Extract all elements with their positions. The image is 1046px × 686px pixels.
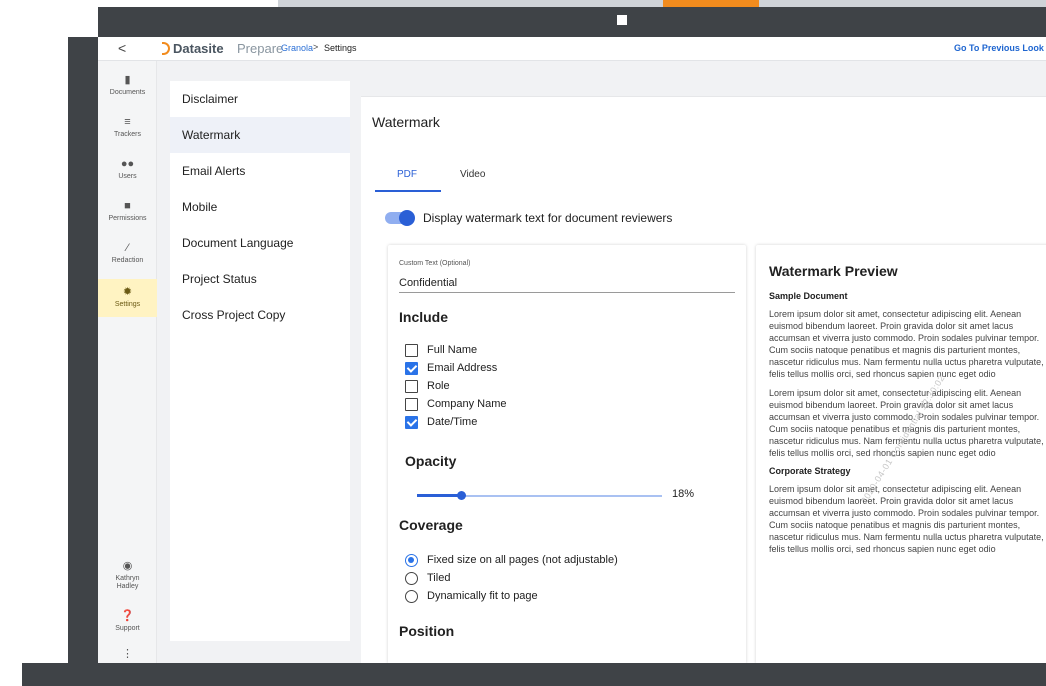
nav-support-label: Support — [115, 625, 140, 632]
preview-strategy-heading: Corporate Strategy — [769, 466, 851, 476]
watermark-preview-card: Watermark Preview Sample Document Lorem … — [756, 245, 1046, 663]
preview-paragraph: Lorem ipsum dolor sit amet, consectetur … — [769, 388, 1044, 458]
radio-label: Dynamically fit to page — [427, 590, 538, 602]
menu-item-disclaimer[interactable]: Disclaimer — [170, 81, 350, 117]
checkbox-label: Email Address — [427, 362, 498, 374]
slider-thumb[interactable] — [457, 491, 466, 500]
checkbox-label: Full Name — [427, 344, 478, 356]
active-tab-indicator — [375, 190, 441, 192]
toggle-knob — [399, 210, 415, 226]
content-area: Disclaimer Watermark Email Alerts Mobile… — [157, 61, 1046, 663]
nav-documents-label: Documents — [109, 89, 146, 96]
preview-title: Watermark Preview — [769, 263, 898, 279]
document-icon: ▮ — [124, 74, 131, 86]
left-nav: ▮ Documents ≡ Trackers ●● Users ■ Permis… — [98, 61, 157, 663]
frame-top-strip — [278, 0, 1046, 7]
frame-top-left — [0, 0, 278, 7]
gear-icon: ✹ — [122, 286, 133, 298]
checkbox-box — [405, 344, 418, 357]
preview-sample-heading: Sample Document — [769, 291, 848, 301]
checkbox-label: Role — [427, 380, 450, 392]
nav-settings-label: Settings — [114, 301, 141, 308]
more-menu-button[interactable]: ⋮ — [98, 647, 157, 661]
nav-documents[interactable]: ▮ Documents — [98, 73, 157, 103]
datasite-logo-icon — [162, 42, 170, 55]
top-bar: < Datasite Prepare Granola > Settings Go… — [98, 37, 1046, 61]
brand-product: Prepare — [237, 41, 284, 56]
user-circle-icon: ◉ — [122, 560, 133, 572]
display-watermark-toggle[interactable] — [385, 210, 415, 226]
watermark-settings-card: Custom Text (Optional) Include Full Name… — [388, 245, 746, 663]
opacity-slider[interactable] — [417, 489, 662, 503]
coverage-heading: Coverage — [399, 517, 463, 533]
checkbox-label: Company Name — [427, 398, 507, 410]
opacity-value: 18% — [672, 488, 695, 500]
go-to-previous-look-link[interactable]: Go To Previous Look — [954, 43, 1044, 53]
app-window: < Datasite Prepare Granola > Settings Go… — [98, 37, 1046, 663]
lock-icon: ■ — [124, 200, 131, 212]
custom-text-input[interactable] — [399, 273, 735, 293]
frame-left-band — [68, 37, 98, 665]
position-heading: Position — [399, 623, 455, 639]
menu-item-email-alerts[interactable]: Email Alerts — [170, 153, 350, 189]
include-heading: Include — [399, 309, 449, 325]
menu-item-watermark[interactable]: Watermark — [170, 117, 350, 153]
custom-text-label: Custom Text (Optional) — [399, 260, 471, 267]
help-icon: ❓ — [120, 610, 135, 622]
nav-redaction-label: Redaction — [111, 257, 144, 264]
checkbox-box — [405, 398, 418, 411]
breadcrumb-current: Settings — [324, 43, 357, 53]
radio-circle — [405, 572, 418, 585]
brand-name: Datasite — [173, 41, 224, 56]
nav-permissions-label: Permissions — [108, 215, 147, 222]
nav-trackers-label: Trackers — [114, 131, 141, 138]
users-icon: ●● — [120, 158, 135, 170]
back-button[interactable]: < — [118, 40, 126, 56]
frame-bottom-band — [22, 663, 1046, 686]
checkbox-box — [405, 416, 418, 429]
pen-icon: ⁄ — [126, 242, 129, 254]
nav-redaction[interactable]: ⁄ Redaction — [98, 241, 157, 271]
checkbox-box — [405, 380, 418, 393]
tab-video[interactable]: Video — [460, 169, 485, 180]
more-vertical-icon: ⋮ — [122, 648, 133, 660]
menu-item-cross-project-copy[interactable]: Cross Project Copy — [170, 297, 350, 333]
preview-document: Sample Document Lorem ipsum dolor sit am… — [769, 291, 1046, 562]
nav-users-label: Users — [118, 173, 137, 180]
display-watermark-label: Display watermark text for document revi… — [423, 211, 673, 225]
frame-top-band — [98, 7, 1046, 37]
menu-item-project-status[interactable]: Project Status — [170, 261, 350, 297]
menu-item-document-language[interactable]: Document Language — [170, 225, 350, 261]
settings-menu: Disclaimer Watermark Email Alerts Mobile… — [170, 81, 350, 641]
checkbox-label: Date/Time — [427, 416, 478, 428]
radio-label: Fixed size on all pages (not adjustable) — [427, 554, 618, 566]
tab-pdf[interactable]: PDF — [397, 169, 417, 180]
slider-fill — [417, 494, 461, 497]
tracker-list-icon: ≡ — [124, 116, 131, 128]
nav-users[interactable]: ●● Users — [98, 157, 157, 187]
breadcrumb-separator: > — [313, 42, 319, 52]
opacity-heading: Opacity — [405, 453, 457, 469]
menu-item-mobile[interactable]: Mobile — [170, 189, 350, 225]
checkbox-box — [405, 362, 418, 375]
frame-orange-accent — [663, 0, 759, 7]
page-title: Watermark — [372, 114, 440, 130]
watermark-panel: Watermark PDF Video Display watermark te… — [361, 96, 1046, 663]
nav-settings[interactable]: ✹ Settings — [98, 279, 157, 317]
radio-circle — [405, 590, 418, 603]
radio-circle — [405, 554, 418, 567]
nav-support[interactable]: ❓ Support — [98, 609, 157, 639]
preview-paragraph: Lorem ipsum dolor sit amet, consectetur … — [769, 484, 1044, 554]
nav-permissions[interactable]: ■ Permissions — [98, 199, 157, 229]
nav-user-profile[interactable]: ◉ Kathryn Hadley — [98, 559, 157, 599]
nav-trackers[interactable]: ≡ Trackers — [98, 115, 157, 145]
preview-paragraph: Lorem ipsum dolor sit amet, consectetur … — [769, 309, 1044, 379]
breadcrumb-project-link[interactable]: Granola — [281, 43, 313, 53]
camera-indicator — [617, 15, 627, 25]
nav-user-name: Kathryn Hadley — [115, 575, 140, 590]
radio-label: Tiled — [427, 572, 451, 584]
